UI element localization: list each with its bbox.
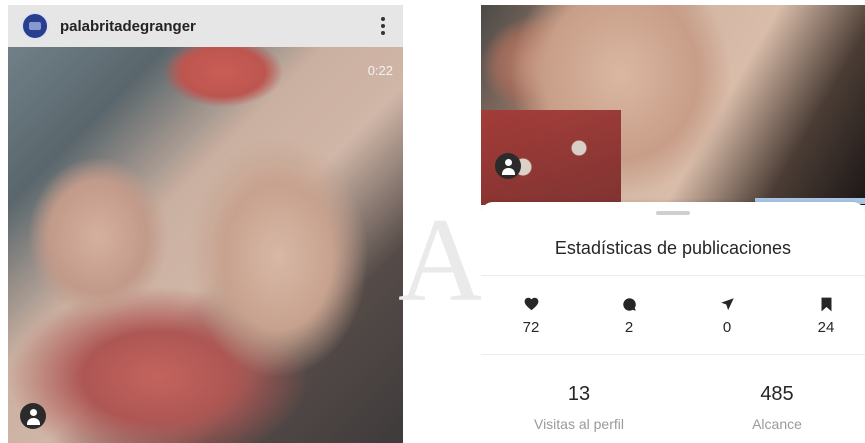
likes-count: 72 xyxy=(522,319,540,336)
profile-visits-label: Visitas al perfil xyxy=(533,416,624,432)
profile-visits-stat: 13 Visitas al perfil xyxy=(509,383,649,432)
shares-metric: 0 xyxy=(697,296,757,336)
divider xyxy=(481,275,865,276)
profile-visits-value: 13 xyxy=(567,383,591,405)
right-post-panel: Estadísticas de publicaciones 72 2 0 24 xyxy=(481,5,865,443)
left-post-panel: palabritadegranger 0:22 xyxy=(8,5,403,443)
watermark: A xyxy=(398,193,485,326)
reach-value: 485 xyxy=(760,383,794,405)
video-timer: 0:22 xyxy=(367,63,393,78)
avatar[interactable] xyxy=(21,12,49,40)
comments-metric: 2 xyxy=(599,296,659,336)
post-header: palabritadegranger xyxy=(8,5,403,47)
sheet-title: Estadísticas de publicaciones xyxy=(554,238,792,258)
user-tag-icon[interactable] xyxy=(495,153,521,179)
drag-handle[interactable] xyxy=(656,211,690,215)
user-tag-icon[interactable] xyxy=(20,403,46,429)
saves-count: 24 xyxy=(817,319,835,336)
comments-count: 2 xyxy=(624,319,634,336)
saves-metric: 24 xyxy=(796,296,856,336)
username[interactable]: palabritadegranger xyxy=(60,18,196,35)
post-video[interactable]: 0:22 xyxy=(8,47,403,443)
heart-icon xyxy=(523,296,539,312)
bookmark-icon xyxy=(818,296,834,312)
comment-icon xyxy=(621,296,637,312)
divider xyxy=(481,354,865,355)
post-photo-preview xyxy=(481,5,865,205)
reach-label: Alcance xyxy=(752,416,802,432)
photo-overlay xyxy=(8,47,403,443)
send-icon xyxy=(719,296,735,312)
reach-stat: 485 Alcance xyxy=(707,383,847,432)
likes-metric: 72 xyxy=(501,296,561,336)
shares-count: 0 xyxy=(722,319,732,336)
insights-sheet: Estadísticas de publicaciones 72 2 0 24 xyxy=(481,202,865,443)
avatar-image xyxy=(29,22,41,30)
more-vertical-icon[interactable] xyxy=(381,17,385,35)
